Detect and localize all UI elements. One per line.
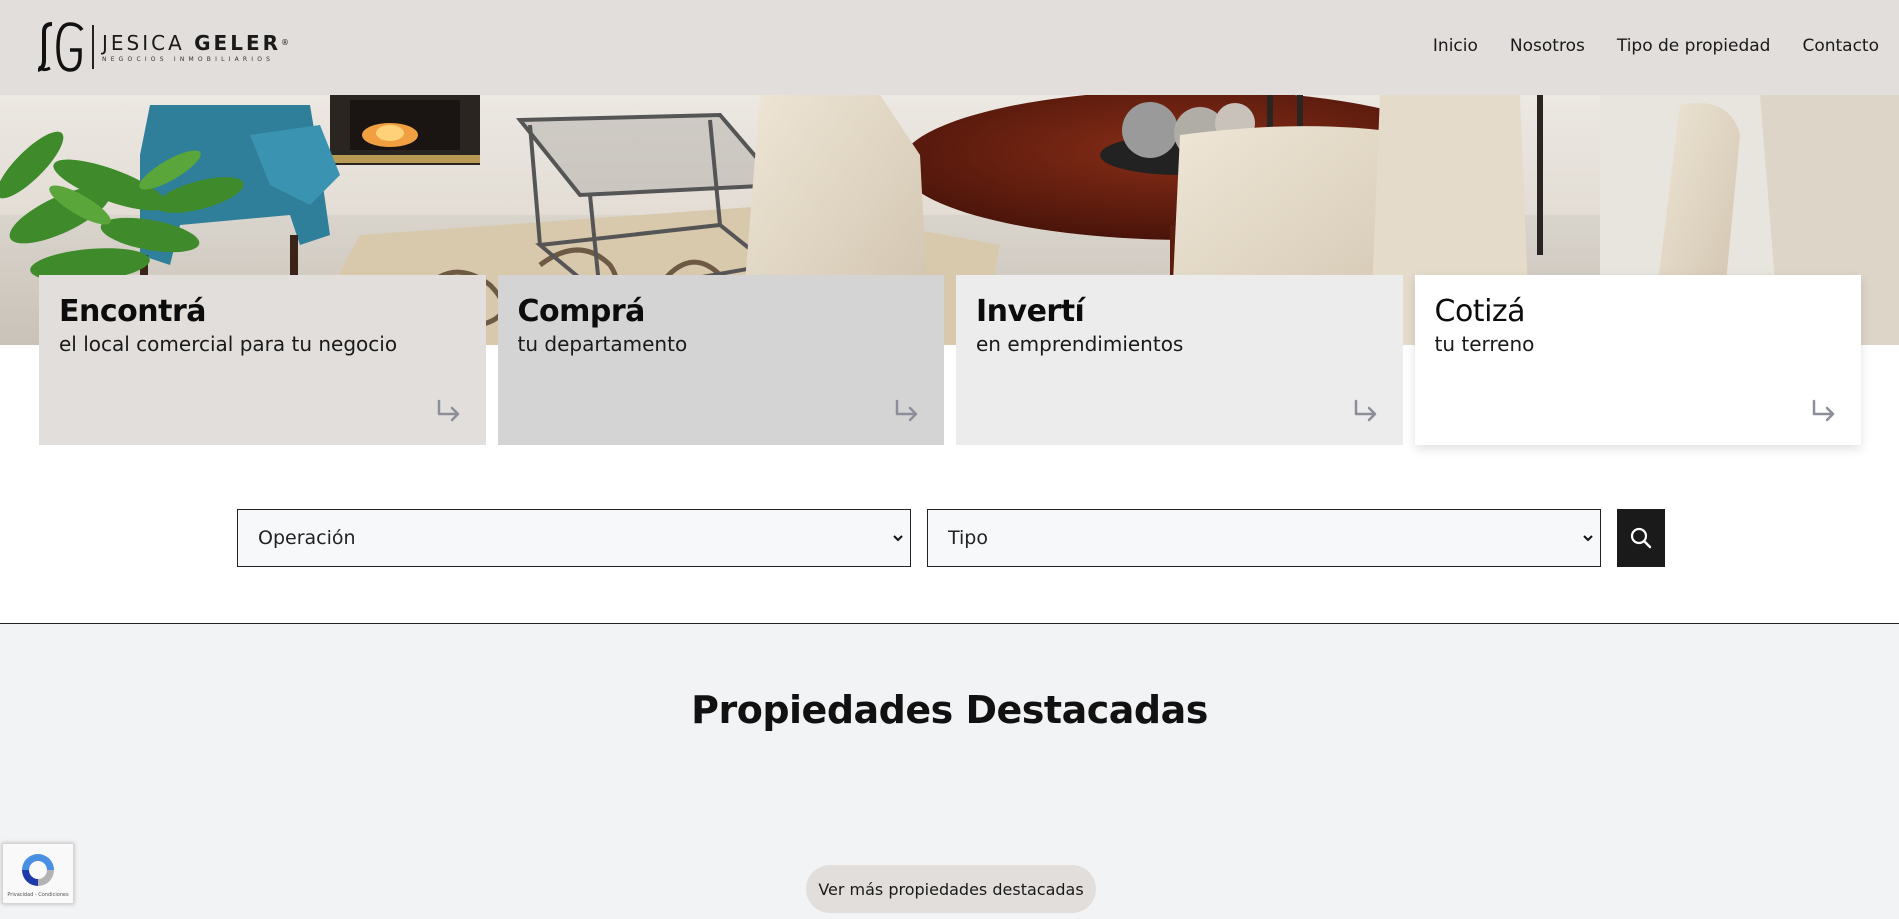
more-featured-button[interactable]: Ver más propiedades destacadas: [806, 865, 1096, 913]
search-button[interactable]: [1617, 509, 1665, 567]
type-select[interactable]: Tipo: [927, 509, 1601, 567]
nav-contacto[interactable]: Contacto: [1802, 36, 1879, 56]
card-compra[interactable]: Comprá tu departamento: [497, 275, 944, 445]
search-icon: [1630, 527, 1652, 549]
card-subtitle: tu terreno: [1434, 332, 1535, 356]
featured-title: Propiedades Destacadas: [691, 688, 1208, 732]
card-title: Encontrá: [59, 294, 206, 329]
arrow-down-right-icon: [437, 399, 459, 422]
nav-tipo-de-propiedad[interactable]: Tipo de propiedad: [1617, 36, 1771, 56]
card-title: Comprá: [517, 294, 646, 329]
operation-select-value: Operación: [258, 527, 356, 549]
arrow-down-right-icon: [1354, 399, 1376, 422]
jg-monogram-icon: [38, 22, 84, 72]
chevron-down-icon: [893, 535, 903, 542]
main-nav: Inicio Nosotros Tipo de propiedad Contac…: [1433, 36, 1879, 56]
property-search: Operación Tipo: [237, 509, 1665, 567]
recaptcha-badge[interactable]: Privacidad - Condiciones: [2, 843, 74, 904]
brand-logo[interactable]: JESICA GELER® NEGOCIOS INMOBILIARIOS: [38, 20, 289, 74]
featured-section: Propiedades Destacadas Ver más propiedad…: [0, 623, 1899, 919]
nav-inicio[interactable]: Inicio: [1433, 36, 1478, 56]
site-header: JESICA GELER® NEGOCIOS INMOBILIARIOS Ini…: [0, 0, 1899, 95]
recaptcha-footer: Privacidad - Condiciones: [7, 891, 69, 898]
operation-select[interactable]: Operación: [237, 509, 911, 567]
card-inverti[interactable]: Invertí en emprendimientos: [956, 275, 1403, 445]
card-subtitle: el local comercial para tu negocio: [59, 332, 398, 356]
card-title: Cotizá: [1434, 294, 1526, 329]
brand-tagline: NEGOCIOS INMOBILIARIOS: [102, 55, 275, 63]
logo-text: JESICA GELER® NEGOCIOS INMOBILIARIOS: [102, 32, 289, 63]
type-select-value: Tipo: [948, 527, 988, 549]
brand-name: JESICA GELER®: [102, 30, 290, 55]
card-title: Invertí: [976, 294, 1085, 329]
arrow-down-right-icon: [895, 399, 918, 422]
cta-cards: Encontrá el local comercial para tu nego…: [39, 275, 1861, 445]
chevron-down-icon: [1583, 535, 1593, 542]
logo-divider: [92, 25, 94, 69]
card-subtitle: en emprendimientos: [976, 332, 1184, 356]
arrow-down-right-icon: [1812, 399, 1835, 422]
nav-nosotros[interactable]: Nosotros: [1510, 36, 1585, 56]
card-cotiza[interactable]: Cotizá tu terreno: [1414, 275, 1861, 445]
card-encontra[interactable]: Encontrá el local comercial para tu nego…: [39, 275, 486, 445]
recaptcha-icon: [22, 853, 54, 886]
card-subtitle: tu departamento: [517, 332, 688, 356]
